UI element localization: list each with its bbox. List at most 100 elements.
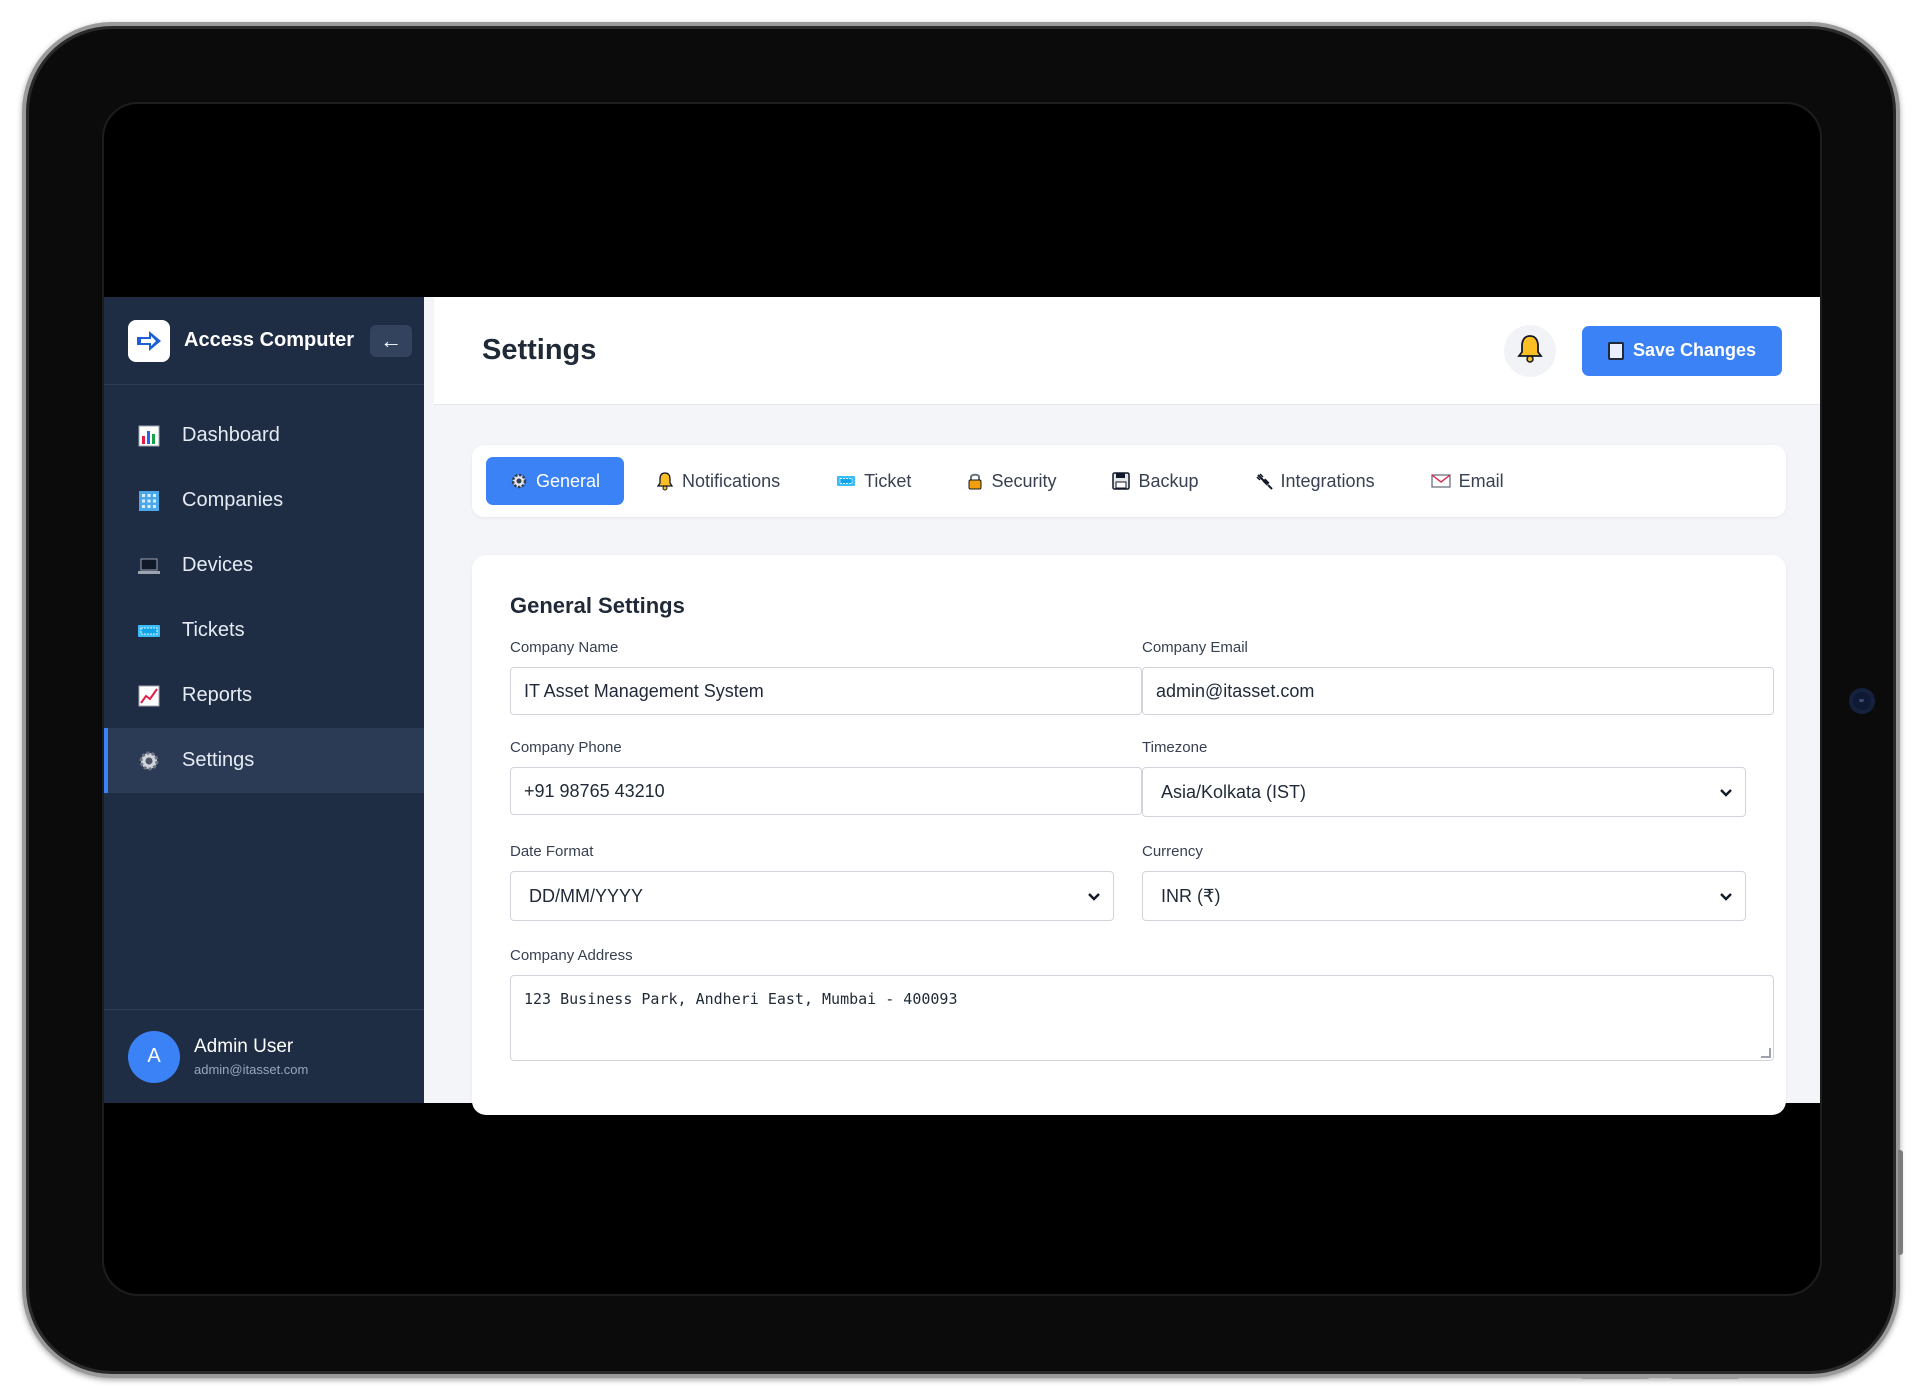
tab-notifications[interactable]: Notifications <box>632 457 804 505</box>
logo-icon <box>128 319 170 362</box>
company-email-input[interactable]: admin@itasset.com <box>1142 667 1774 715</box>
sidebar-item-tickets[interactable]: Tickets <box>104 598 424 663</box>
sidebar-nav: Dashboard Companies Devices Tickets Repo… <box>104 385 424 793</box>
tab-integrations[interactable]: Integrations <box>1231 457 1399 505</box>
form-row: Company Phone +91 98765 43210 Timezone A… <box>510 739 1776 817</box>
save-changes-button[interactable]: Save Changes <box>1581 325 1782 376</box>
sidebar-item-label: Companies <box>182 489 284 511</box>
tab-ticket[interactable]: Ticket <box>812 457 935 505</box>
bar-chart-icon <box>136 423 162 449</box>
company-address-textarea[interactable]: 123 Business Park, Andheri East, Mumbai … <box>510 975 1774 1061</box>
tablet-side-button <box>1898 1150 1903 1255</box>
timezone-select[interactable]: Asia/Kolkata (IST) <box>1142 767 1746 817</box>
tablet-volume-button <box>1580 1375 1650 1379</box>
general-settings-card: General Settings Company Name IT Asset M… <box>472 555 1786 1115</box>
notifications-button[interactable] <box>1503 324 1556 377</box>
main-content: Settings Save Changes General Notificati… <box>424 297 1820 1115</box>
sidebar-item-settings[interactable]: Settings <box>104 728 424 793</box>
sidebar-item-label: Devices <box>182 554 254 576</box>
sidebar-item-devices[interactable]: Devices <box>104 533 424 598</box>
company-name-input[interactable]: IT Asset Management System <box>510 667 1142 715</box>
tab-general[interactable]: General <box>486 457 625 505</box>
chevron-down-icon <box>1087 886 1101 907</box>
company-address-label: Company Address <box>510 947 633 964</box>
sidebar: Access Computer ← Dashboard Companies De… <box>104 297 424 1103</box>
sidebar-item-label: Reports <box>182 684 253 706</box>
lock-icon <box>967 471 983 491</box>
company-address-field-group: Company Address 123 Business Park, Andhe… <box>510 947 1774 1061</box>
timezone-label: Timezone <box>1142 739 1208 756</box>
sidebar-item-dashboard[interactable]: Dashboard <box>104 403 424 468</box>
ticket-icon <box>136 618 162 644</box>
user-profile[interactable]: A Admin User admin@itasset.com <box>104 1009 424 1103</box>
sidebar-item-companies[interactable]: Companies <box>104 468 424 533</box>
date-format-label: Date Format <box>510 843 594 860</box>
tab-label: Ticket <box>864 470 912 491</box>
page-title: Settings <box>482 334 597 366</box>
tab-label: General <box>536 470 601 491</box>
tab-label: Notifications <box>682 470 781 491</box>
bell-icon <box>1516 333 1544 368</box>
camera-icon <box>1849 688 1875 714</box>
chevron-down-icon <box>1719 886 1733 907</box>
bell-icon <box>656 471 674 491</box>
ticket-icon <box>836 473 856 489</box>
company-email-field-group: Company Email admin@itasset.com <box>1142 639 1774 715</box>
form-row: Company Name IT Asset Management System … <box>510 639 1776 715</box>
plug-icon <box>1255 472 1273 490</box>
form-row: Date Format DD/MM/YYYY Currency INR (₹) <box>510 843 1776 921</box>
form-row: Company Address 123 Business Park, Andhe… <box>510 947 1776 1061</box>
gear-icon <box>136 748 162 774</box>
sidebar-item-label: Dashboard <box>182 424 280 446</box>
building-icon <box>136 488 162 514</box>
company-name-field-group: Company Name IT Asset Management System <box>510 639 1142 715</box>
top-bar: Settings Save Changes <box>434 297 1820 405</box>
floppy-icon <box>1112 472 1131 490</box>
avatar: A <box>128 1030 180 1083</box>
currency-label: Currency <box>1142 843 1203 860</box>
sidebar-item-label: Tickets <box>182 619 245 641</box>
tablet-volume-button <box>1670 1375 1740 1379</box>
timezone-value: Asia/Kolkata (IST) <box>1161 781 1307 802</box>
tablet-screen: Access Computer ← Dashboard Companies De… <box>102 102 1822 1296</box>
app-window: Access Computer ← Dashboard Companies De… <box>104 297 1820 1115</box>
timezone-field-group: Timezone Asia/Kolkata (IST) <box>1142 739 1774 817</box>
settings-tabs: General Notifications Ticket Security Ba… <box>472 445 1786 517</box>
company-address-value: 123 Business Park, Andheri East, Mumbai … <box>524 990 958 1008</box>
sidebar-item-label: Settings <box>182 749 255 771</box>
user-name: Admin User <box>194 1036 294 1057</box>
collapse-sidebar-button[interactable]: ← <box>370 324 413 357</box>
app-name: Access Computer <box>184 329 355 351</box>
currency-select[interactable]: INR (₹) <box>1142 871 1746 921</box>
tab-label: Security <box>991 470 1057 491</box>
tab-label: Integrations <box>1280 470 1375 491</box>
company-phone-field-group: Company Phone +91 98765 43210 <box>510 739 1142 817</box>
sidebar-item-reports[interactable]: Reports <box>104 663 424 728</box>
company-phone-label: Company Phone <box>510 739 622 756</box>
resize-handle-icon[interactable] <box>1761 1048 1771 1058</box>
envelope-icon <box>1430 474 1451 488</box>
tab-label: Email <box>1458 470 1504 491</box>
laptop-icon <box>136 553 162 579</box>
floppy-icon <box>1607 341 1624 360</box>
currency-field-group: Currency INR (₹) <box>1142 843 1774 921</box>
section-title: General Settings <box>510 593 685 618</box>
chevron-down-icon <box>1719 782 1733 803</box>
save-changes-label: Save Changes <box>1632 340 1756 360</box>
tab-label: Backup <box>1138 470 1199 491</box>
tab-backup[interactable]: Backup <box>1088 457 1222 505</box>
trend-chart-icon <box>136 683 162 709</box>
currency-value: INR (₹) <box>1161 885 1221 906</box>
company-phone-input[interactable]: +91 98765 43210 <box>510 767 1142 815</box>
date-format-select[interactable]: DD/MM/YYYY <box>510 871 1114 921</box>
brand-header: Access Computer ← <box>104 297 424 385</box>
tab-email[interactable]: Email <box>1407 457 1528 505</box>
user-email: admin@itasset.com <box>194 1062 309 1077</box>
date-format-field-group: Date Format DD/MM/YYYY <box>510 843 1142 921</box>
date-format-value: DD/MM/YYYY <box>529 885 644 906</box>
gear-icon <box>510 472 528 490</box>
company-name-label: Company Name <box>510 639 619 656</box>
company-email-label: Company Email <box>1142 639 1248 656</box>
user-info: Admin User admin@itasset.com <box>194 1036 308 1077</box>
tab-security[interactable]: Security <box>943 457 1080 505</box>
